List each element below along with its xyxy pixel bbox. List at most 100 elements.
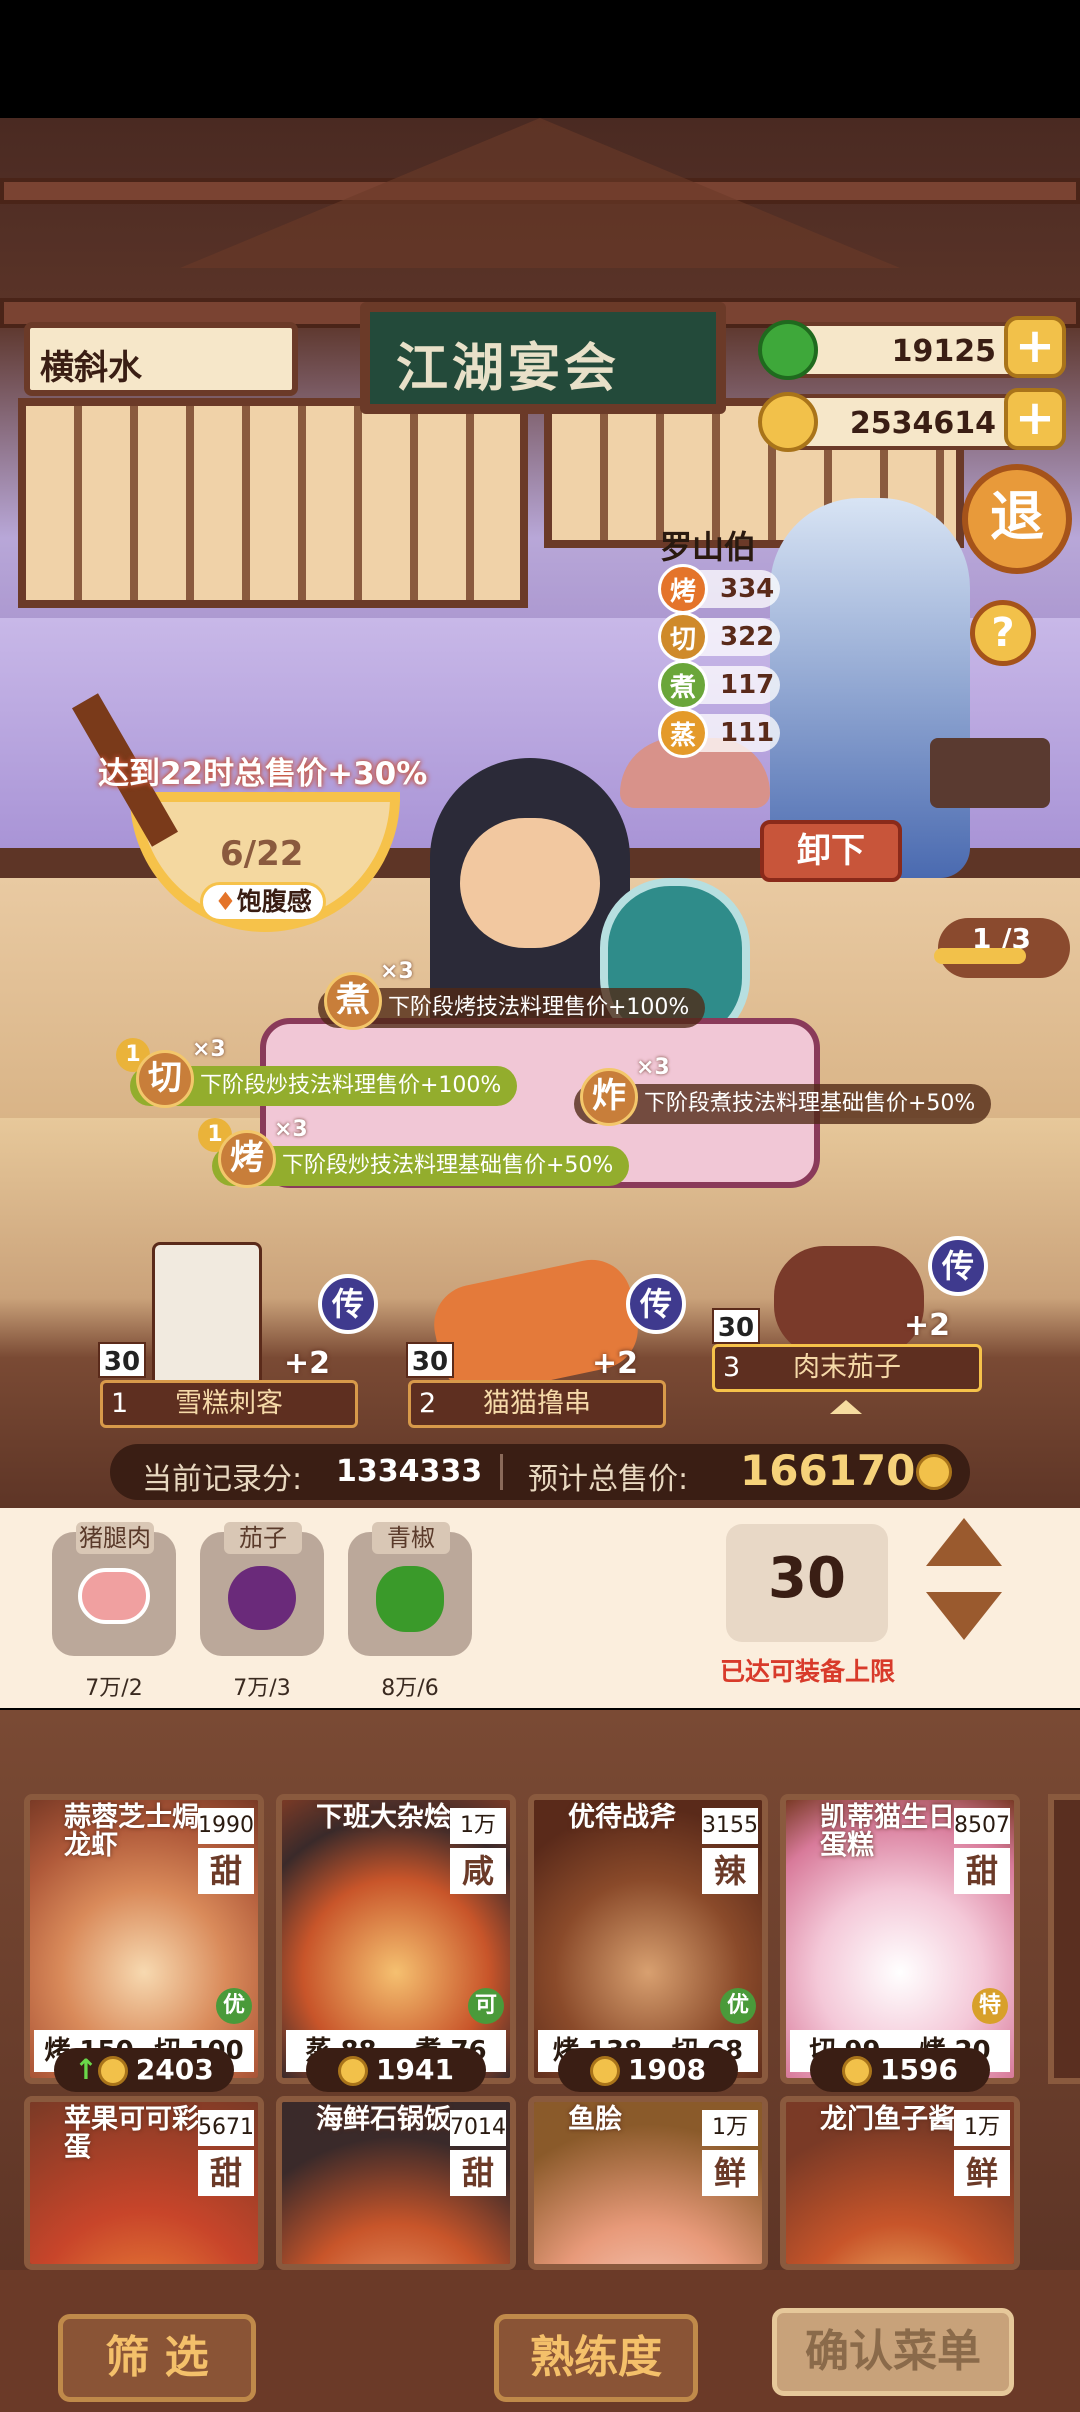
satiety-label: ♦饱腹感 [200, 882, 326, 922]
steam-icon: 蒸 [658, 708, 708, 758]
dish-qty: 30 [406, 1342, 454, 1378]
stat-cut: 切 322 [658, 612, 780, 662]
decrease-arrow-icon[interactable] [926, 1592, 1002, 1640]
total-value: 166170 [740, 1446, 916, 1495]
recipe-price: 1万 [702, 2110, 758, 2146]
sale-price: 1941 [306, 2048, 486, 2092]
buff-text: 下阶段煮技法料理基础售价+50% [644, 1091, 976, 1116]
legend-badge: 传 [626, 1274, 686, 1334]
recipe-card[interactable]: 龙门鱼子酱 1万 鲜 [780, 2096, 1020, 2270]
buff-multiplier: ×3 [192, 1037, 226, 1062]
dish-qty: 30 [712, 1308, 760, 1344]
ingredient-pork[interactable]: 猪腿肉 7万/2 [52, 1522, 176, 1701]
coin-icon [338, 2056, 369, 2086]
quantity-notice: 已达可装备上限 [720, 1657, 896, 1686]
legend-badge: 传 [318, 1274, 378, 1334]
sign-title: 江湖宴会 [396, 339, 621, 399]
total-label: 预计总售价: [528, 1462, 689, 1497]
recipe-card[interactable]: 苹果可可彩蛋 5671 甜 [24, 2096, 264, 2270]
ingredient-name: 青椒 [372, 1522, 450, 1554]
exit-button[interactable]: 退 [962, 464, 1072, 574]
jade-counter: 19125 + [758, 316, 1066, 380]
record-label: 当前记录分: [142, 1462, 303, 1497]
recipe-taste: 辣 [702, 1848, 758, 1894]
roast-buff-icon: 烤 [218, 1130, 276, 1188]
bottom-bar: 筛 选 熟练度 确认菜单 [0, 2270, 1080, 2412]
confirm-menu-button[interactable]: 确认菜单 [772, 2308, 1014, 2396]
recipe-price: 5671 [198, 2110, 254, 2146]
dish-index: 2 [419, 1388, 437, 1419]
recipe-card[interactable]: 海鲜石锅饭 7014 甜 [276, 2096, 516, 2270]
flame-icon: ♦ [214, 887, 237, 916]
stat-roast-value: 334 [720, 574, 775, 604]
character-name: 罗山伯 [660, 528, 757, 566]
dish-slot-2[interactable]: 传 30 +2 2 猫猫撸串 [396, 1232, 686, 1432]
coin-icon [590, 2056, 621, 2086]
ingredient-count: 7万/3 [233, 1676, 291, 1701]
recipe-card-partial [1048, 1794, 1080, 2084]
dish-slot-3[interactable]: 传 30 +2 3 肉末茄子 [704, 1232, 994, 1432]
add-jade-button[interactable]: + [1004, 316, 1066, 378]
recipe-card[interactable]: 鱼脍 1万 鲜 [528, 2096, 768, 2270]
window-left [18, 398, 528, 608]
ingredient-count: 7万/2 [85, 1676, 143, 1701]
buff-multiplier: ×3 [274, 1117, 308, 1142]
recipe-price: 1万 [450, 1808, 506, 1844]
recipe-price: 1万 [954, 2110, 1010, 2146]
score-bar: 当前记录分: 1334333 预计总售价: 166170 [110, 1444, 970, 1500]
buff-1: 1 切 ×3 下阶段炒技法料理售价+100% [116, 1037, 518, 1108]
coin-icon [97, 2056, 128, 2086]
ingredient-name: 茄子 [224, 1522, 302, 1554]
restaurant-sign: 江湖宴会 [360, 302, 726, 414]
recipe-card[interactable]: 优待战斧 3155 辣 优 烤 138切 68 [528, 1794, 768, 2084]
buff-text: 下阶段炒技法料理基础售价+50% [282, 1153, 614, 1178]
stat-steam: 蒸 111 [658, 708, 780, 758]
legend-badge: 传 [928, 1236, 988, 1296]
cut-icon: 切 [658, 612, 708, 662]
stat-boil: 煮 117 [658, 660, 780, 710]
help-button[interactable]: ? [970, 600, 1036, 666]
name-box[interactable]: 横斜水 [24, 322, 298, 396]
unload-button[interactable]: 卸下 [760, 820, 902, 882]
recipe-taste: 甜 [450, 2150, 506, 2196]
dish-bonus: +2 [592, 1346, 639, 1381]
chef-face [460, 818, 600, 948]
increase-arrow-icon[interactable] [926, 1518, 1002, 1566]
recipe-price: 1990 [198, 1808, 254, 1844]
satiety-text: 饱腹感 [236, 887, 312, 916]
coin-counter: 2534614 + [758, 388, 1066, 452]
ingredient-eggplant[interactable]: 茄子 7万/3 [200, 1522, 324, 1701]
bowl-goal-text: 达到22时总售价+30% [98, 756, 428, 792]
divider [500, 1454, 503, 1490]
dish-slot-1[interactable]: 传 30 +2 1 雪糕刺客 [88, 1232, 378, 1432]
dish-name: 猫猫撸串 [483, 1388, 591, 1419]
dish-index: 1 [111, 1388, 129, 1419]
recipe-card[interactable]: 蒜蓉芝士焗龙虾 1990 甜 优 烤 150切 100 [24, 1794, 264, 2084]
buff-text: 下阶段炒技法料理售价+100% [200, 1073, 502, 1098]
add-coin-button[interactable]: + [1004, 388, 1066, 450]
coin-icon [758, 392, 818, 452]
dish-name: 雪糕刺客 [175, 1388, 283, 1419]
stat-steam-value: 111 [720, 718, 775, 748]
proficiency-button[interactable]: 熟练度 [494, 2314, 698, 2402]
page-indicator[interactable]: 1 /3 [934, 918, 1070, 978]
recipe-price: 7014 [450, 2110, 506, 2146]
selected-indicator-icon [830, 1400, 862, 1414]
fry-buff-icon: 炸 [580, 1068, 638, 1126]
recipe-price: 3155 [702, 1808, 758, 1844]
dish-image [152, 1242, 262, 1392]
ingredient-green-pepper[interactable]: 青椒 8万/6 [348, 1522, 472, 1701]
quality-badge: 特 [972, 1988, 1008, 2024]
recipe-card[interactable]: 下班大杂烩 1万 咸 可 蒸 88煮 76 [276, 1794, 516, 2084]
recipe-shelf: 蒜蓉芝士焗龙虾 1990 甜 优 烤 150切 100 下班大杂烩 1万 咸 可… [0, 1710, 1080, 2270]
pork-icon [78, 1568, 150, 1624]
recipe-taste: 甜 [198, 2150, 254, 2196]
recipe-card[interactable]: 凯蒂猫生日蛋糕 8507 甜 特 切 99烤 20 [780, 1794, 1020, 2084]
quality-badge: 可 [468, 1988, 504, 2024]
buff-text: 下阶段烤技法料理售价+100% [388, 995, 690, 1020]
dish-name-plate: 1 雪糕刺客 [100, 1380, 358, 1428]
sale-value: 2403 [135, 2053, 214, 2086]
dish-name-plate: 2 猫猫撸串 [408, 1380, 666, 1428]
stat-roast: 烤 334 [658, 564, 780, 614]
filter-button[interactable]: 筛 选 [58, 2314, 256, 2402]
